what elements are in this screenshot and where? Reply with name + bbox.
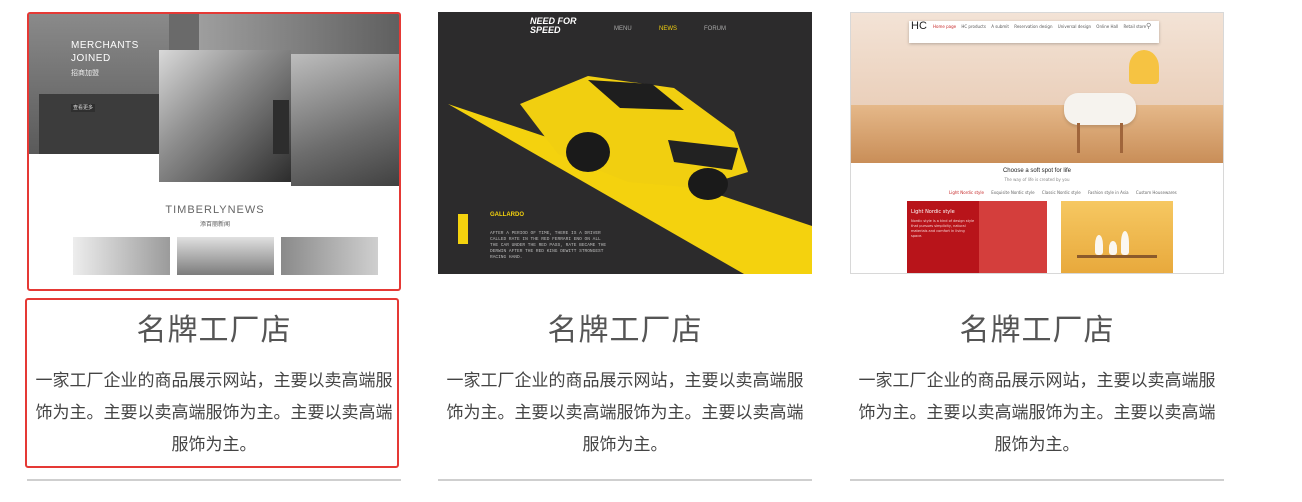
- search-icon[interactable]: ⚲: [1146, 22, 1151, 30]
- merchants-cn-label: 招商加盟: [71, 69, 99, 77]
- nfs-logo[interactable]: NEED FOR SPEED: [530, 17, 577, 35]
- hc-headline: Choose a soft spot for life: [1002, 168, 1072, 174]
- chair-legs: [1077, 123, 1123, 153]
- car-wheel-front: [688, 168, 728, 200]
- hc-subline: The way of life is created by you: [1004, 177, 1070, 182]
- style-panel-text: Nordic style is a kind of design style t…: [911, 219, 975, 238]
- tab-custom-housewares[interactable]: Custom Housewares: [1136, 190, 1177, 195]
- card-divider: [27, 479, 401, 481]
- news-image-1[interactable]: [73, 237, 170, 275]
- hc-nav-links: Home page HC products A submit Reservati…: [933, 24, 1150, 29]
- nav-online-hall[interactable]: Online Hall: [1096, 24, 1118, 29]
- nav-submit[interactable]: A submit: [991, 24, 1009, 29]
- card-title[interactable]: 名牌工厂店: [850, 305, 1224, 349]
- nav-menu[interactable]: MENU: [614, 26, 632, 32]
- car-copy: AFTER A PERIOD OF TIME, THERE IS A DRIVE…: [490, 231, 607, 260]
- card-description: 一家工厂企业的商品展示网站，主要以卖高端服饰为主。主要以卖高端服饰为主。主要以卖…: [858, 371, 1216, 455]
- news-cn-label: 添百丽新闻: [199, 221, 230, 228]
- tab-classic-nordic[interactable]: Classic Nordic style: [1042, 190, 1081, 195]
- portfolio-card-3[interactable]: HC Home page HC products A submit Reserv…: [850, 12, 1224, 482]
- style-panel-title: Light Nordic style: [911, 209, 955, 215]
- nav-products[interactable]: HC products: [961, 24, 986, 29]
- pendant-lamp: [1129, 50, 1159, 84]
- nav-home[interactable]: Home page: [933, 24, 956, 29]
- card-description: 一家工厂企业的商品展示网站，主要以卖高端服饰为主。主要以卖高端服饰为主。主要以卖…: [35, 371, 393, 455]
- logo-line2: SPEED: [530, 25, 561, 35]
- tab-fashion-asia[interactable]: Fashion style in Asia: [1088, 190, 1129, 195]
- card-description: 一家工厂企业的商品展示网站，主要以卖高端服饰为主。主要以卖高端服饰为主。主要以卖…: [446, 371, 804, 455]
- portfolio-card-2[interactable]: NEED FOR SPEED MENU NEWS FORUM GALLARDO …: [438, 12, 812, 482]
- news-image-3[interactable]: [281, 237, 378, 275]
- lounge-chair: [1064, 93, 1136, 125]
- tab-exquisite-nordic[interactable]: Exquisite Nordic style: [991, 190, 1034, 195]
- merchants-heading: MERCHANTS JOINED: [71, 39, 139, 65]
- portfolio-card-1[interactable]: MERCHANTS JOINED 招商加盟 查看更多 TIMBERLYNEWS …: [25, 12, 401, 482]
- card-3-thumbnail[interactable]: HC Home page HC products A submit Reserv…: [850, 12, 1224, 274]
- quote-accent: [458, 214, 468, 244]
- nav-reservation[interactable]: Reservation design: [1014, 24, 1052, 29]
- news-title: TIMBERLYNEWS: [165, 204, 265, 216]
- red-wall-image: [979, 201, 1047, 273]
- card-divider: [438, 479, 812, 481]
- woodwork-photo: [291, 54, 399, 186]
- nav-retail[interactable]: Retail store: [1123, 24, 1146, 29]
- card-2-thumbnail[interactable]: NEED FOR SPEED MENU NEWS FORUM GALLARDO …: [438, 12, 812, 274]
- merchants-line1: MERCHANTS: [71, 40, 139, 51]
- yellow-room-image: [1061, 201, 1173, 273]
- card-1-thumbnail[interactable]: MERCHANTS JOINED 招商加盟 查看更多 TIMBERLYNEWS …: [27, 12, 401, 291]
- nav-news[interactable]: NEWS: [659, 26, 677, 32]
- news-image-2[interactable]: [177, 237, 274, 275]
- vase: [1121, 231, 1129, 255]
- vase: [1095, 235, 1103, 255]
- style-tabs: Light Nordic style Exquisite Nordic styl…: [949, 190, 1183, 195]
- merchants-line2: JOINED: [71, 53, 111, 64]
- vase: [1109, 241, 1117, 255]
- card-divider: [850, 479, 1224, 481]
- craftsman-photo: [159, 50, 291, 182]
- wood-floor: [851, 105, 1223, 163]
- nav-forum[interactable]: FORUM: [704, 26, 726, 32]
- card-title[interactable]: 名牌工厂店: [438, 305, 812, 349]
- hero-top-image: [199, 14, 399, 54]
- car-wheel-rear: [566, 132, 610, 172]
- car-name: GALLARDO: [490, 212, 524, 218]
- tab-light-nordic[interactable]: Light Nordic style: [949, 190, 984, 195]
- nav-universal[interactable]: Universal design: [1058, 24, 1091, 29]
- hc-logo[interactable]: HC: [911, 20, 927, 32]
- side-table: [1077, 255, 1157, 258]
- card-title[interactable]: 名牌工厂店: [27, 305, 401, 349]
- more-button[interactable]: 查看更多: [71, 104, 95, 112]
- vertical-label-strip: [273, 100, 289, 154]
- building-image: [39, 94, 159, 154]
